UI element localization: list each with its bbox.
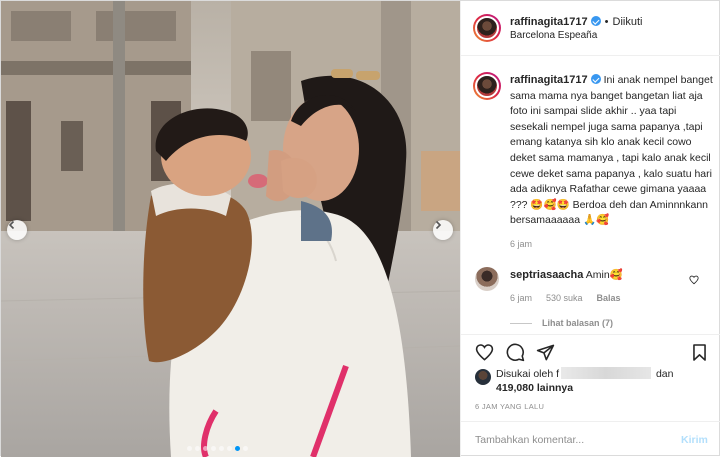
post-actions: Disukai oleh f dan 419,080 lainnya 6 JAM…	[461, 334, 720, 427]
likes-count[interactable]: 419,080	[496, 382, 534, 394]
commenter-avatar[interactable]	[475, 267, 499, 291]
comment-meta: 6 jam 530 suka Balas	[510, 293, 621, 303]
previous-slide-button[interactable]	[7, 220, 27, 240]
add-comment-bar: Kirim	[461, 421, 720, 457]
save-bookmark-icon[interactable]	[690, 343, 709, 362]
header-separator: •	[604, 16, 609, 28]
post-details-panel: raffinagita1717 • Diikuti Barcelona Espeañ…	[460, 1, 720, 457]
caption-text-wrapper: raffinagita1717 Ini anak nempel banget s…	[510, 73, 715, 229]
author-avatar[interactable]	[473, 14, 501, 42]
comment-timestamp[interactable]: 6 jam	[510, 293, 532, 303]
verified-badge-icon	[590, 16, 601, 26]
photo-illustration	[1, 1, 460, 457]
comment-likes[interactable]: 530 suka	[546, 293, 583, 303]
carousel-dot	[243, 446, 248, 451]
caption-text: Ini anak nempel banget sama mama nya ban…	[510, 74, 713, 227]
chevron-right-icon	[435, 220, 442, 230]
like-heart-icon[interactable]	[475, 343, 494, 362]
carousel-dot	[203, 446, 208, 451]
liker-avatar[interactable]	[475, 369, 491, 385]
next-slide-button[interactable]	[433, 220, 453, 240]
carousel-dot	[235, 446, 240, 451]
carousel-dot	[187, 446, 192, 451]
post-date[interactable]: 6 JAM YANG LALU	[475, 402, 544, 411]
header-name-row: raffinagita1717 • Diikuti	[510, 16, 642, 28]
carousel-indicator	[187, 446, 248, 451]
liker-username[interactable]: f	[556, 367, 653, 380]
post-photo[interactable]	[1, 1, 460, 457]
instagram-post: raffinagita1717 • Diikuti Barcelona Espeañ…	[0, 0, 720, 457]
reply-button[interactable]: Balas	[597, 293, 621, 303]
comment-text: Amin🥰	[585, 269, 623, 281]
view-replies-button[interactable]: Lihat balasan (7)	[510, 318, 613, 328]
carousel-dot	[219, 446, 224, 451]
caption-verified-icon	[590, 74, 601, 84]
replies-divider	[510, 322, 532, 324]
comment-like-heart-icon[interactable]	[689, 275, 699, 285]
caption-author-avatar[interactable]	[473, 72, 501, 100]
caption-timestamp[interactable]: 6 jam	[510, 239, 532, 249]
author-username[interactable]: raffinagita1717	[510, 16, 588, 28]
follow-status-button[interactable]: Diikuti	[613, 16, 643, 28]
post-comment-button[interactable]: Kirim	[681, 434, 708, 446]
likes-conjunction: dan	[655, 368, 674, 380]
comment-bubble-icon[interactable]	[506, 343, 525, 362]
chevron-left-icon	[8, 220, 15, 230]
post-location[interactable]: Barcelona Espeaña	[510, 30, 597, 41]
likes-text: Disukai oleh f dan 419,080 lainnya	[496, 367, 701, 395]
carousel-dot	[211, 446, 216, 451]
liker-username-visible: f	[556, 368, 560, 380]
caption-username[interactable]: raffinagita1717	[510, 74, 588, 86]
comment-text-row: septriasaacha Amin🥰	[510, 268, 623, 281]
commenter-username[interactable]: septriasaacha	[510, 269, 583, 281]
carousel-dot	[195, 446, 200, 451]
post-header: raffinagita1717 • Diikuti Barcelona Espeañ…	[461, 1, 720, 56]
likes-prefix: Disukai oleh	[496, 368, 554, 380]
share-paper-plane-icon[interactable]	[536, 343, 555, 362]
carousel-dot	[227, 446, 232, 451]
likes-suffix[interactable]: lainnya	[537, 382, 573, 394]
comment-input[interactable]	[475, 431, 665, 449]
view-replies-label: Lihat balasan (7)	[542, 318, 614, 328]
liker-username-blur	[561, 367, 652, 379]
